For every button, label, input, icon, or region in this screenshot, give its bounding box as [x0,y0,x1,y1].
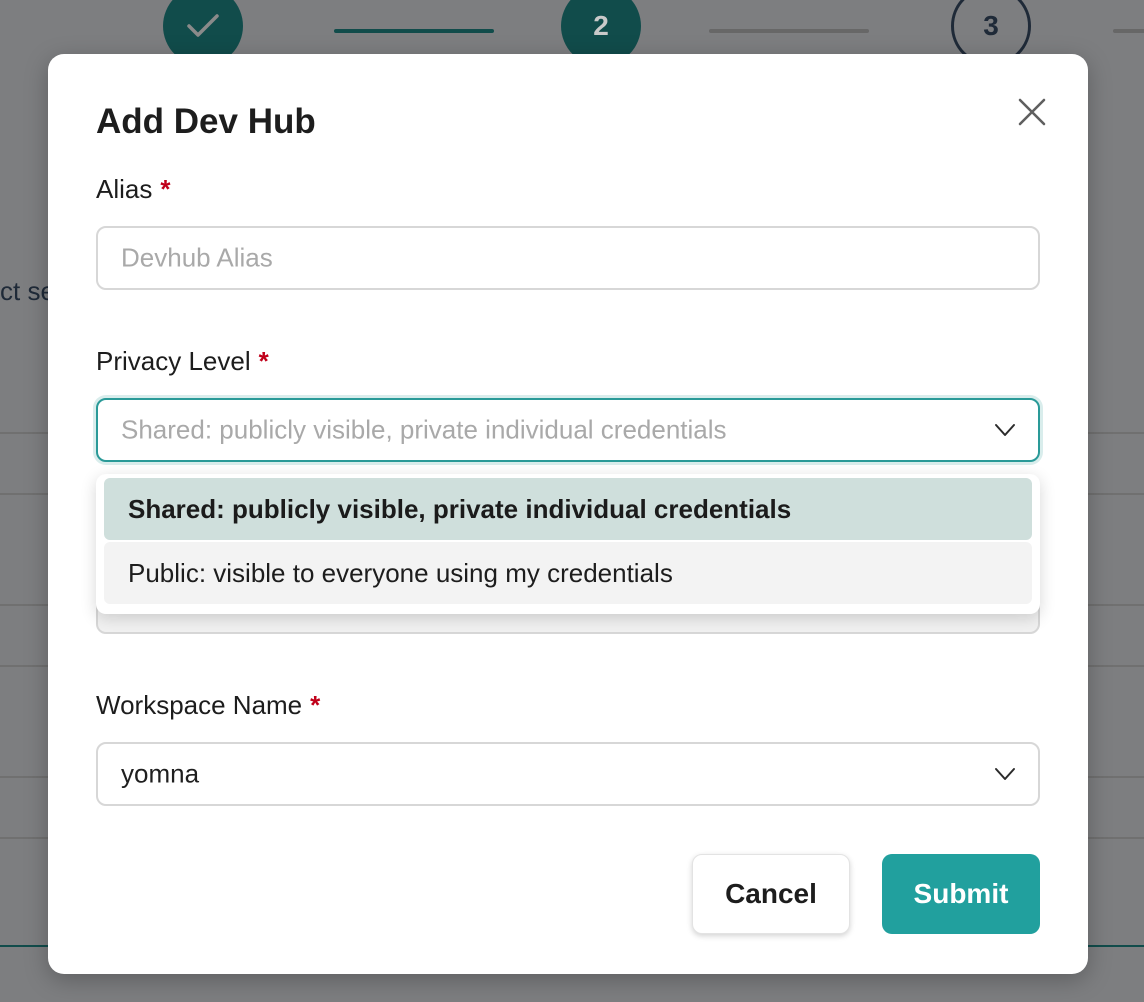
step-connector [709,29,869,33]
modal-title: Add Dev Hub [96,102,316,141]
privacy-level-dropdown: Shared: publicly visible, private indivi… [96,474,1040,614]
add-dev-hub-modal: Add Dev Hub Alias * Devhub Alias Privacy … [48,54,1088,974]
workspace-name-label: Workspace Name * [96,690,320,721]
check-icon [187,14,219,37]
cancel-button[interactable]: Cancel [692,854,850,934]
background-text: ct se [0,276,55,306]
privacy-option-shared[interactable]: Shared: publicly visible, private indivi… [104,478,1032,540]
workspace-name-label-text: Workspace Name [96,690,303,720]
required-mark: * [258,346,269,376]
chevron-down-icon [995,424,1015,436]
workspace-name-value: yomna [121,758,200,789]
workspace-name-select[interactable]: yomna [96,742,1040,806]
privacy-level-label: Privacy Level * [96,346,269,377]
privacy-option-public[interactable]: Public: visible to everyone using my cre… [104,542,1032,604]
alias-label-text: Alias [96,174,153,204]
submit-button[interactable]: Submit [882,854,1040,934]
step-connector [334,29,494,33]
privacy-level-select[interactable]: Shared: publicly visible, private indivi… [96,398,1040,462]
required-mark: * [160,174,171,204]
privacy-level-placeholder: Shared: publicly visible, private indivi… [121,414,727,445]
required-mark: * [310,690,321,720]
alias-placeholder: Devhub Alias [121,242,273,273]
step-number: 3 [983,10,999,41]
close-icon[interactable] [1014,94,1050,130]
privacy-level-label-text: Privacy Level [96,346,251,376]
chevron-down-icon [995,768,1015,780]
alias-label: Alias * [96,174,170,205]
step-connector [1113,29,1144,33]
alias-input[interactable]: Devhub Alias [96,226,1040,290]
step-number: 2 [593,10,609,41]
